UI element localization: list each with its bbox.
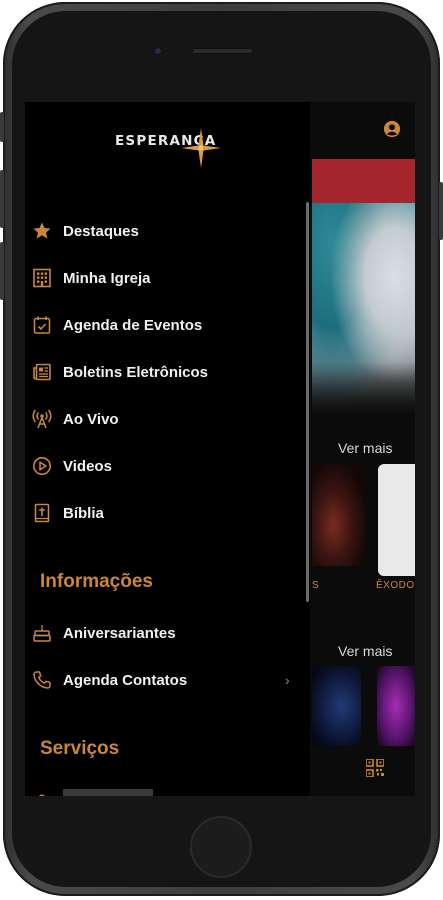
thumbnail-label: S: [312, 580, 319, 591]
church-logo: ESPERANÇA: [115, 127, 225, 172]
star-logo-icon: [181, 128, 221, 168]
thumbnail-label: ÊXODO: [376, 580, 415, 591]
ver-mais-link[interactable]: Ver mais: [338, 440, 392, 456]
menu-label: Boletins Eletrônicos: [63, 363, 209, 381]
menu-item-aniversariantes[interactable]: Aniversariantes: [25, 613, 306, 653]
menu-item-agenda-contatos[interactable]: Agenda Contatos ›: [25, 660, 306, 700]
speaker-grille: [192, 48, 253, 54]
video-thumbnail[interactable]: [377, 666, 415, 746]
partial-label-placeholder: [63, 789, 153, 796]
video-thumbnail[interactable]: [312, 464, 366, 566]
building-icon: [31, 267, 53, 289]
video-thumbnail[interactable]: [312, 666, 361, 746]
newspaper-icon: [31, 361, 53, 383]
antenna-icon: [31, 408, 53, 430]
menu-label: Bíblia: [63, 504, 104, 522]
menu-label: Videos: [63, 457, 112, 475]
cake-icon: [31, 622, 53, 644]
menu-label: Ao Vivo: [63, 410, 119, 428]
chevron-right-icon: ›: [285, 672, 290, 688]
section-title-servicos: Serviços: [40, 738, 120, 759]
menu-item-boletins[interactable]: Boletins Eletrônicos: [25, 352, 306, 392]
bible-icon: [31, 502, 53, 524]
mute-switch: [0, 112, 4, 142]
menu-label: Agenda de Eventos: [63, 316, 203, 334]
calendar-icon: [31, 314, 53, 336]
menu-item-partial[interactable]: [25, 779, 306, 796]
menu-label: Destaques: [63, 222, 139, 240]
menu-item-videos[interactable]: Videos: [25, 446, 306, 486]
menu-label: Aniversariantes: [63, 624, 176, 642]
menu-label: Agenda Contatos: [63, 671, 188, 689]
front-camera: [154, 47, 162, 55]
star-icon: [31, 220, 53, 242]
red-banner[interactable]: [312, 159, 415, 203]
power-button: [439, 182, 443, 240]
drawer-scrollbar[interactable]: [306, 202, 309, 602]
home-button[interactable]: [190, 816, 252, 878]
pin-icon: [31, 789, 53, 796]
menu-label: Minha Igreja: [63, 269, 151, 287]
section-title-informacoes: Informações: [40, 571, 153, 592]
screen: Ver mais S ÊXODO Ver mais ESPERANÇA Dest…: [25, 102, 415, 796]
video-thumbnail[interactable]: [378, 464, 415, 576]
menu-item-agenda-eventos[interactable]: Agenda de Eventos: [25, 305, 306, 345]
volume-down-button: [0, 242, 4, 300]
ver-mais-link[interactable]: Ver mais: [338, 643, 392, 659]
phone-icon: [31, 669, 53, 691]
menu-item-ao-vivo[interactable]: Ao Vivo: [25, 399, 306, 439]
menu-item-minha-igreja[interactable]: Minha Igreja: [25, 258, 306, 298]
menu-item-destaques[interactable]: Destaques: [25, 211, 306, 251]
volume-up-button: [0, 170, 4, 228]
play-icon: [31, 455, 53, 477]
menu-item-biblia[interactable]: Bíblia: [25, 493, 306, 533]
qr-code-icon[interactable]: [366, 759, 384, 777]
navigation-drawer: ESPERANÇA Destaques Minha Igreja Agenda …: [25, 102, 306, 796]
image-fade: [312, 362, 415, 417]
user-icon[interactable]: [383, 120, 401, 138]
